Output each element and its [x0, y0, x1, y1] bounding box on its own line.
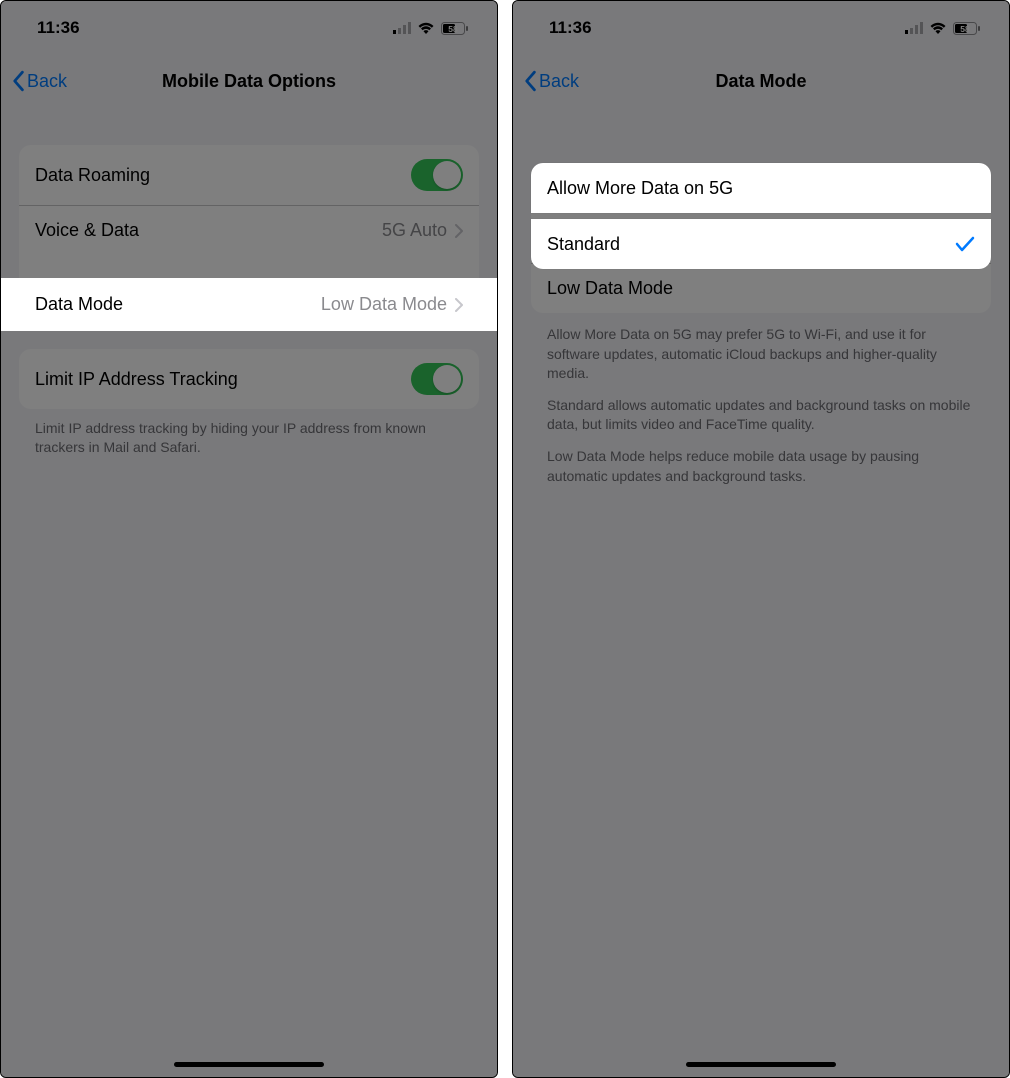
- row-label: Limit IP Address Tracking: [35, 369, 238, 390]
- row-low-data-mode[interactable]: Low Data Mode: [531, 263, 991, 313]
- cellular-icon: [905, 22, 923, 34]
- status-time: 11:36: [37, 18, 80, 38]
- row-allow-more-5g[interactable]: Allow More Data on 5G: [531, 163, 991, 213]
- chevron-left-icon: [523, 70, 537, 92]
- back-button[interactable]: Back: [11, 70, 67, 92]
- home-indicator[interactable]: [174, 1062, 324, 1067]
- row-label: Allow More Data on 5G: [547, 178, 733, 199]
- status-bar: 11:36 58: [1, 1, 497, 55]
- row-voice-data[interactable]: Voice & Data 5G Auto: [19, 205, 479, 255]
- row-label: Low Data Mode: [547, 278, 673, 299]
- toggle-data-roaming[interactable]: [411, 159, 463, 191]
- nav-bar: Back Mobile Data Options: [1, 55, 497, 107]
- wifi-icon: [929, 22, 947, 34]
- chevron-left-icon: [11, 70, 25, 92]
- row-data-roaming[interactable]: Data Roaming: [19, 145, 479, 205]
- nav-bar: Back Data Mode: [513, 55, 1009, 107]
- home-indicator[interactable]: [686, 1062, 836, 1067]
- screen-mobile-data-options: 11:36 58 Back Mobile Data Options Data R…: [0, 0, 498, 1078]
- row-value: 5G Auto: [382, 220, 447, 241]
- row-label: Data Mode: [35, 294, 123, 315]
- status-icons: 58: [905, 22, 981, 35]
- row-label: Standard: [547, 234, 620, 255]
- row-standard[interactable]: Standard: [531, 219, 991, 269]
- nav-title: Mobile Data Options: [1, 71, 497, 92]
- chevron-right-icon: [455, 224, 463, 238]
- screen-data-mode: 11:36 58 Back Data Mode . . Low Data Mod…: [512, 0, 1010, 1078]
- status-time: 11:36: [549, 18, 592, 38]
- row-value: Low Data Mode: [321, 294, 447, 315]
- check-icon: [955, 235, 975, 253]
- back-button[interactable]: Back: [523, 70, 579, 92]
- footer-allow-more: Allow More Data on 5G may prefer 5G to W…: [531, 313, 991, 384]
- footer-standard: Standard allows automatic updates and ba…: [531, 384, 991, 435]
- chevron-right-icon: [455, 298, 463, 312]
- status-icons: 58: [393, 22, 469, 35]
- nav-title: Data Mode: [513, 71, 1009, 92]
- row-label: Data Roaming: [35, 165, 150, 186]
- toggle-limit-ip[interactable]: [411, 363, 463, 395]
- group-privacy: Limit IP Address Tracking: [19, 349, 479, 409]
- battery-icon: 58: [953, 22, 981, 35]
- row-label: Voice & Data: [35, 220, 139, 241]
- footer-limit-ip: Limit IP address tracking by hiding your…: [19, 419, 479, 457]
- wifi-icon: [417, 22, 435, 34]
- battery-icon: 58: [441, 22, 469, 35]
- row-data-mode[interactable]: Data Mode Low Data Mode: [1, 278, 497, 331]
- back-label: Back: [539, 71, 579, 92]
- row-limit-ip-tracking[interactable]: Limit IP Address Tracking: [19, 349, 479, 409]
- cellular-icon: [393, 22, 411, 34]
- footer-low-data: Low Data Mode helps reduce mobile data u…: [531, 435, 991, 486]
- svg-text:58: 58: [448, 24, 458, 34]
- back-label: Back: [27, 71, 67, 92]
- svg-text:58: 58: [960, 24, 970, 34]
- status-bar: 11:36 58: [513, 1, 1009, 55]
